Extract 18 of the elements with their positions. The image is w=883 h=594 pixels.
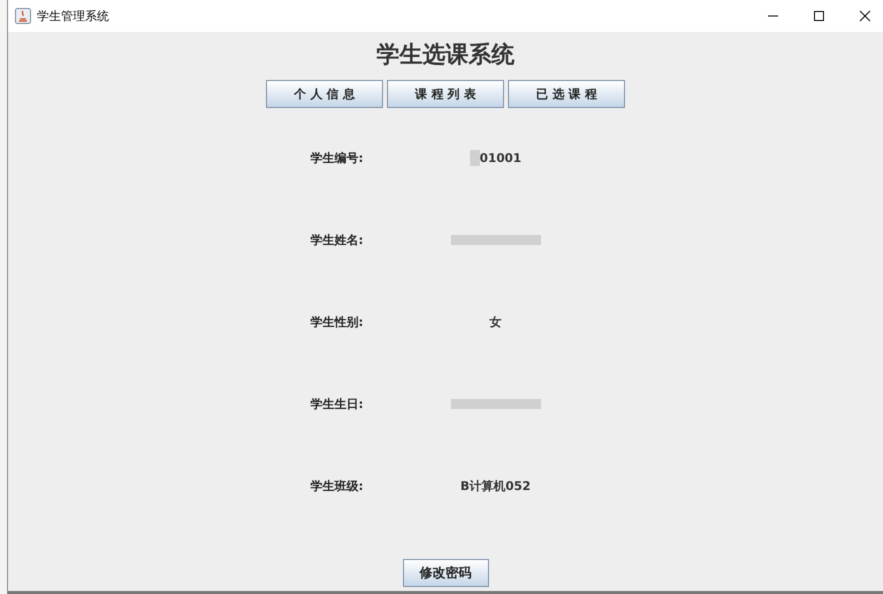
tab-button[interactable]: 个 人 信 息 <box>266 80 383 108</box>
field-label: 学生班级: <box>310 478 364 494</box>
redaction-blur <box>470 150 480 166</box>
field-label: 学生生日: <box>310 396 364 412</box>
maximize-icon[interactable] <box>813 10 825 22</box>
field-value: 01001 <box>480 151 522 165</box>
field-label: 学生性别: <box>310 314 364 330</box>
close-icon[interactable] <box>859 10 871 22</box>
field-label: 学生编号: <box>310 150 364 166</box>
field-value: B计算机052 <box>460 478 531 494</box>
tab-button[interactable]: 课 程 列 表 <box>387 80 504 108</box>
change-password-button[interactable]: 修改密码 <box>402 559 488 587</box>
field-label: 学生姓名: <box>310 232 364 248</box>
tab-button[interactable]: 已 选 课 程 <box>508 80 625 108</box>
app-icon <box>15 8 31 24</box>
app-heading: 学生选课系统 <box>376 40 514 70</box>
window-title: 学生管理系统 <box>37 8 109 24</box>
field-value: 女 <box>490 314 502 330</box>
